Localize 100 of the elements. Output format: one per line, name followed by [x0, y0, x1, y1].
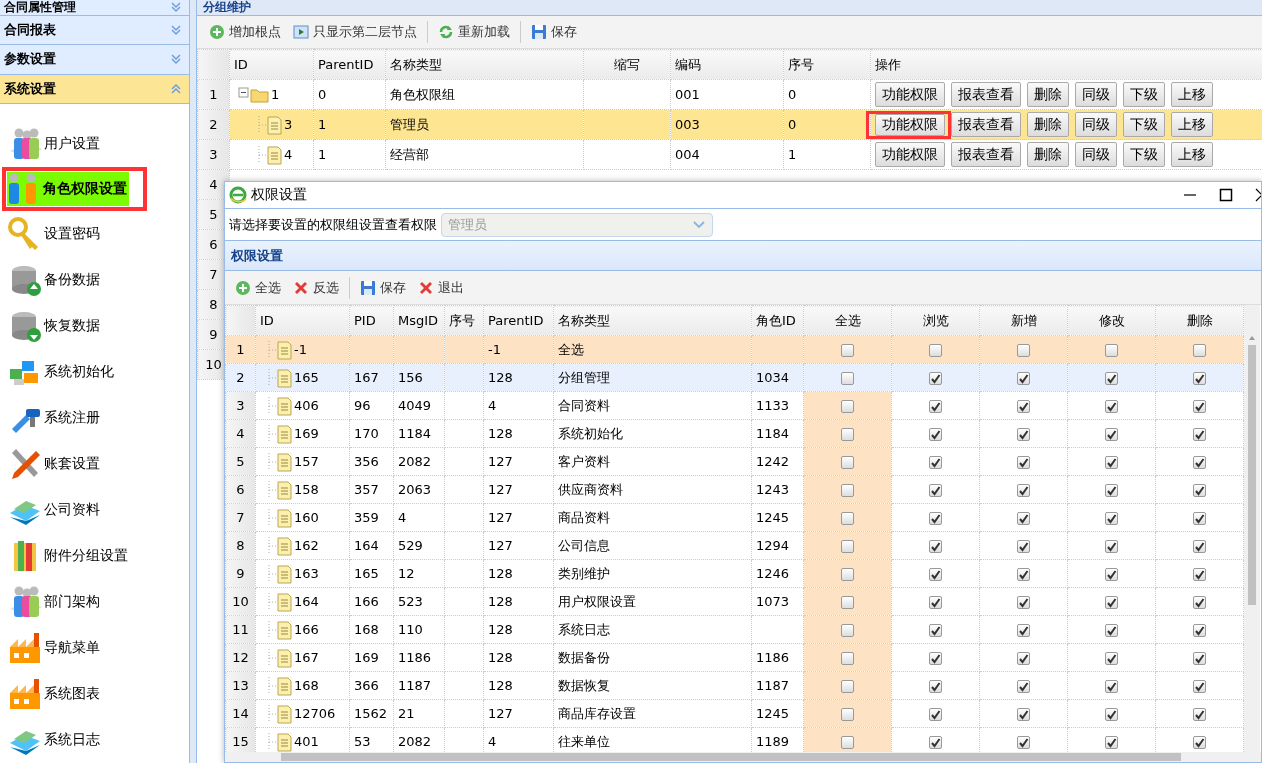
checkbox[interactable]: [841, 652, 854, 665]
sidebar-item[interactable]: 设置密码: [2, 217, 102, 251]
checkbox[interactable]: [1105, 708, 1118, 721]
sidebar-item[interactable]: 角色权限设置: [7, 172, 129, 206]
sidebar-item[interactable]: 系统初始化: [2, 355, 116, 389]
section-header[interactable]: 系统设置: [0, 74, 189, 104]
checkbox[interactable]: [841, 624, 854, 637]
checkbox[interactable]: [1105, 540, 1118, 553]
action-button[interactable]: 同级: [1075, 112, 1117, 137]
checkbox[interactable]: [1017, 512, 1030, 525]
checkbox[interactable]: [1193, 512, 1206, 525]
checkbox[interactable]: [1193, 708, 1206, 721]
maximize-icon[interactable]: [1219, 188, 1233, 202]
table-row[interactable]: 1 1 0 角色权限组 001 0 功能权限 报表查看 删除 同级 下级 上移: [197, 79, 1262, 110]
checkbox[interactable]: [1017, 372, 1030, 385]
checkbox[interactable]: [1193, 456, 1206, 469]
sidebar-item[interactable]: 系统日志: [2, 723, 102, 757]
checkbox[interactable]: [1017, 456, 1030, 469]
action-button[interactable]: 上移: [1171, 142, 1213, 167]
table-row[interactable]: 2 3 1 管理员 003 0 功能权限 报表查看 删除 同级 下级 上移: [197, 109, 1262, 140]
checkbox[interactable]: [841, 428, 854, 441]
checkbox[interactable]: [1017, 484, 1030, 497]
checkbox[interactable]: [929, 652, 942, 665]
checkbox[interactable]: [1193, 680, 1206, 693]
toolbar-button[interactable]: 保存: [356, 276, 410, 299]
checkbox[interactable]: [841, 400, 854, 413]
checkbox[interactable]: [1017, 596, 1030, 609]
checkbox[interactable]: [1193, 596, 1206, 609]
checkbox[interactable]: [1105, 400, 1118, 413]
checkbox[interactable]: [1193, 428, 1206, 441]
checkbox[interactable]: [1017, 680, 1030, 693]
checkbox[interactable]: [1105, 680, 1118, 693]
checkbox[interactable]: [929, 456, 942, 469]
checkbox[interactable]: [1017, 540, 1030, 553]
checkbox[interactable]: [1105, 372, 1118, 385]
toolbar-button[interactable]: 重新加载: [434, 21, 514, 43]
table-row[interactable]: 9 163 165 12 128 类别维护 1246: [225, 559, 1244, 588]
table-row[interactable]: 12 167 169 1186 128 数据备份 1186: [225, 643, 1244, 672]
action-button[interactable]: 下级: [1123, 112, 1165, 137]
checkbox[interactable]: [929, 540, 942, 553]
action-button[interactable]: 报表查看: [951, 142, 1021, 167]
checkbox[interactable]: [1105, 652, 1118, 665]
sidebar-item[interactable]: 公司资料: [2, 493, 102, 527]
checkbox[interactable]: [1017, 652, 1030, 665]
action-button[interactable]: 报表查看: [951, 82, 1021, 107]
action-button[interactable]: 删除: [1027, 112, 1069, 137]
toolbar-button[interactable]: 反选: [289, 276, 343, 299]
section-header[interactable]: 合同属性管理: [0, 0, 189, 16]
sidebar-item[interactable]: 附件分组设置: [2, 539, 130, 573]
checkbox[interactable]: [1105, 736, 1118, 749]
checkbox[interactable]: [841, 680, 854, 693]
checkbox[interactable]: [841, 372, 854, 385]
sidebar-item[interactable]: 系统注册: [2, 401, 102, 435]
action-button[interactable]: 报表查看: [951, 112, 1021, 137]
checkbox[interactable]: [841, 456, 854, 469]
action-button[interactable]: 下级: [1123, 82, 1165, 107]
checkbox[interactable]: [1105, 456, 1118, 469]
checkbox[interactable]: [929, 372, 942, 385]
checkbox[interactable]: [929, 708, 942, 721]
action-button[interactable]: 删除: [1027, 82, 1069, 107]
toolbar-button[interactable]: 增加根点: [205, 21, 285, 43]
checkbox[interactable]: [1105, 512, 1118, 525]
checkbox[interactable]: [1017, 400, 1030, 413]
checkbox[interactable]: [841, 344, 854, 357]
checkbox[interactable]: [1105, 624, 1118, 637]
sidebar-item[interactable]: 系统图表: [2, 677, 102, 711]
action-button[interactable]: 上移: [1171, 112, 1213, 137]
checkbox[interactable]: [929, 400, 942, 413]
table-row[interactable]: 14 12706 1562 21 127 商品库存设置 1245: [225, 699, 1244, 728]
sidebar-item[interactable]: 用户设置: [2, 127, 102, 161]
section-header[interactable]: 合同报表: [0, 15, 189, 46]
checkbox[interactable]: [929, 568, 942, 581]
table-row[interactable]: 3 4 1 经营部 004 1 功能权限 报表查看 删除 同级 下级 上移: [197, 139, 1262, 170]
table-row[interactable]: 8 162 164 529 127 公司信息 1294: [225, 531, 1244, 560]
sidebar-item[interactable]: 导航菜单: [2, 631, 102, 665]
toolbar-button[interactable]: 保存: [527, 21, 581, 43]
checkbox[interactable]: [929, 680, 942, 693]
action-button[interactable]: 下级: [1123, 142, 1165, 167]
checkbox[interactable]: [1105, 344, 1118, 357]
table-row[interactable]: 11 166 168 110 128 系统日志: [225, 615, 1244, 644]
checkbox[interactable]: [1193, 344, 1206, 357]
checkbox[interactable]: [841, 512, 854, 525]
checkbox[interactable]: [1017, 708, 1030, 721]
table-row[interactable]: 5 157 356 2082 127 客户资料 1242: [225, 447, 1244, 476]
checkbox[interactable]: [1193, 484, 1206, 497]
checkbox[interactable]: [1017, 568, 1030, 581]
checkbox[interactable]: [841, 708, 854, 721]
checkbox[interactable]: [1193, 568, 1206, 581]
checkbox[interactable]: [929, 736, 942, 749]
checkbox[interactable]: [1017, 344, 1030, 357]
checkbox[interactable]: [1017, 624, 1030, 637]
action-button[interactable]: 功能权限: [875, 82, 945, 107]
checkbox[interactable]: [1105, 428, 1118, 441]
checkbox[interactable]: [841, 596, 854, 609]
action-button[interactable]: 同级: [1075, 82, 1117, 107]
sidebar-item[interactable]: 恢复数据: [2, 309, 102, 343]
action-button[interactable]: 同级: [1075, 142, 1117, 167]
table-row[interactable]: 10 164 166 523 128 用户权限设置 1073: [225, 587, 1244, 616]
checkbox[interactable]: [929, 624, 942, 637]
checkbox[interactable]: [1193, 624, 1206, 637]
